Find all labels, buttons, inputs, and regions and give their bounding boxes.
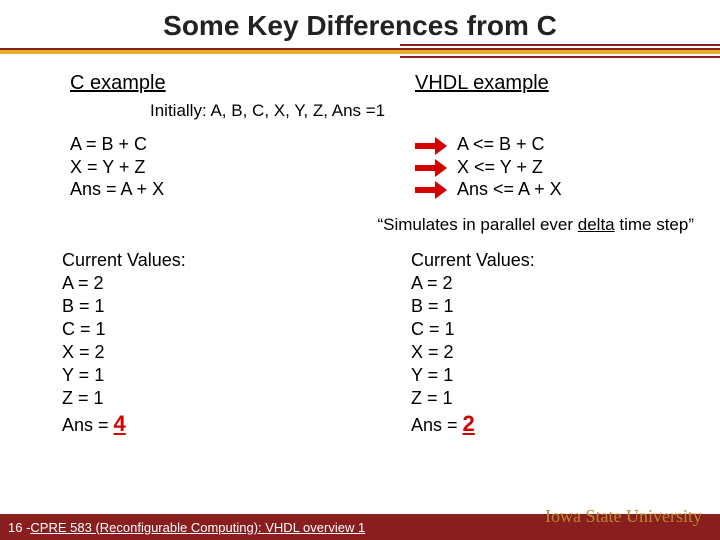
- right-ans-line: Ans = 2: [411, 410, 720, 438]
- initial-conditions: Initially: A, B, C, X, Y, Z, Ans =1: [150, 101, 720, 121]
- arrow-stack: [415, 135, 449, 201]
- left-col-head: C example: [0, 72, 375, 99]
- left-ans-line: Ans = 4: [62, 410, 371, 438]
- right-values-lines: A = 2 B = 1 C = 1 X = 2 Y = 1 Z = 1: [411, 272, 720, 410]
- footer-bar: 16 - CPRE 583 (Reconfigurable Computing)…: [0, 514, 720, 540]
- right-values-col: Current Values: A = 2 B = 1 C = 1 X = 2 …: [371, 249, 720, 438]
- right-ans-label: Ans =: [411, 415, 463, 435]
- left-values-head: Current Values:: [62, 249, 371, 272]
- values-row: Current Values: A = 2 B = 1 C = 1 X = 2 …: [0, 249, 720, 438]
- column-headings: C example VHDL example: [0, 72, 720, 99]
- left-ans-value: 4: [114, 411, 126, 436]
- slide-title: Some Key Differences from C: [0, 0, 720, 42]
- arrow-icon: [415, 157, 449, 179]
- sim-note-prefix: “Simulates in parallel ever: [377, 215, 577, 234]
- vhdl-example-heading: VHDL example: [415, 72, 690, 95]
- simulation-note: “Simulates in parallel ever delta time s…: [0, 215, 720, 235]
- c-code-block: A = B + C X = Y + Z Ans = A + X: [70, 133, 345, 201]
- vhdl-code-block: A <= B + C X <= Y + Z Ans <= A + X: [457, 133, 562, 201]
- code-row: A = B + C X = Y + Z Ans = A + X A <= B +…: [0, 133, 720, 201]
- c-example-heading: C example: [70, 72, 345, 95]
- c-code-col: A = B + C X = Y + Z Ans = A + X: [0, 133, 375, 201]
- vhdl-code-col: A <= B + C X <= Y + Z Ans <= A + X: [375, 133, 720, 201]
- right-ans-value: 2: [463, 411, 475, 436]
- left-values-col: Current Values: A = 2 B = 1 C = 1 X = 2 …: [0, 249, 371, 438]
- right-col-head: VHDL example: [375, 72, 720, 99]
- arrow-icon: [415, 179, 449, 201]
- arrow-icon: [415, 135, 449, 157]
- sim-note-suffix: time step”: [615, 215, 694, 234]
- footer-page-number: 16 -: [8, 520, 30, 535]
- footer-university: Iowa State University: [545, 506, 702, 527]
- right-values-head: Current Values:: [411, 249, 720, 272]
- sim-note-delta: delta: [578, 215, 615, 234]
- footer-course: CPRE 583 (Reconfigurable Computing): VHD…: [30, 520, 365, 535]
- left-values-lines: A = 2 B = 1 C = 1 X = 2 Y = 1 Z = 1: [62, 272, 371, 410]
- left-ans-label: Ans =: [62, 415, 114, 435]
- title-divider: [0, 48, 720, 54]
